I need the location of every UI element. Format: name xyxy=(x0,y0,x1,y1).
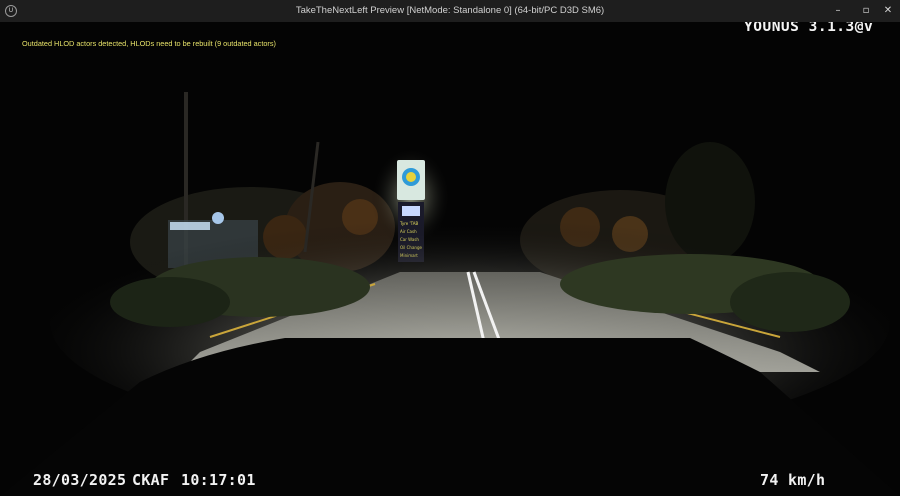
night-road-scene: Tyre 'TABAir CashCar WashOil ChangeMinim… xyxy=(0,22,900,496)
hud-code: CKAF xyxy=(132,471,170,489)
game-viewport[interactable]: Tyre 'TABAir CashCar WashOil ChangeMinim… xyxy=(0,22,900,496)
hlod-warning-text: Outdated HLOD actors detected, HLODs nee… xyxy=(22,39,276,48)
hud-date: 28/03/2025 xyxy=(33,471,127,489)
close-button[interactable]: ✕ xyxy=(876,0,900,22)
hud-speed: 74 km/h xyxy=(760,471,826,489)
hud-time: 10:17:01 xyxy=(181,471,256,489)
maximize-button[interactable]: ▫ xyxy=(854,0,878,22)
minimize-button[interactable]: – xyxy=(826,0,850,22)
window-title: TakeTheNextLeft Preview [NetMode: Standa… xyxy=(295,5,605,16)
version-watermark: YOUNUS 3.1.3@v xyxy=(744,22,874,35)
window-title-bar: U TakeTheNextLeft Preview [NetMode: Stan… xyxy=(0,0,900,23)
